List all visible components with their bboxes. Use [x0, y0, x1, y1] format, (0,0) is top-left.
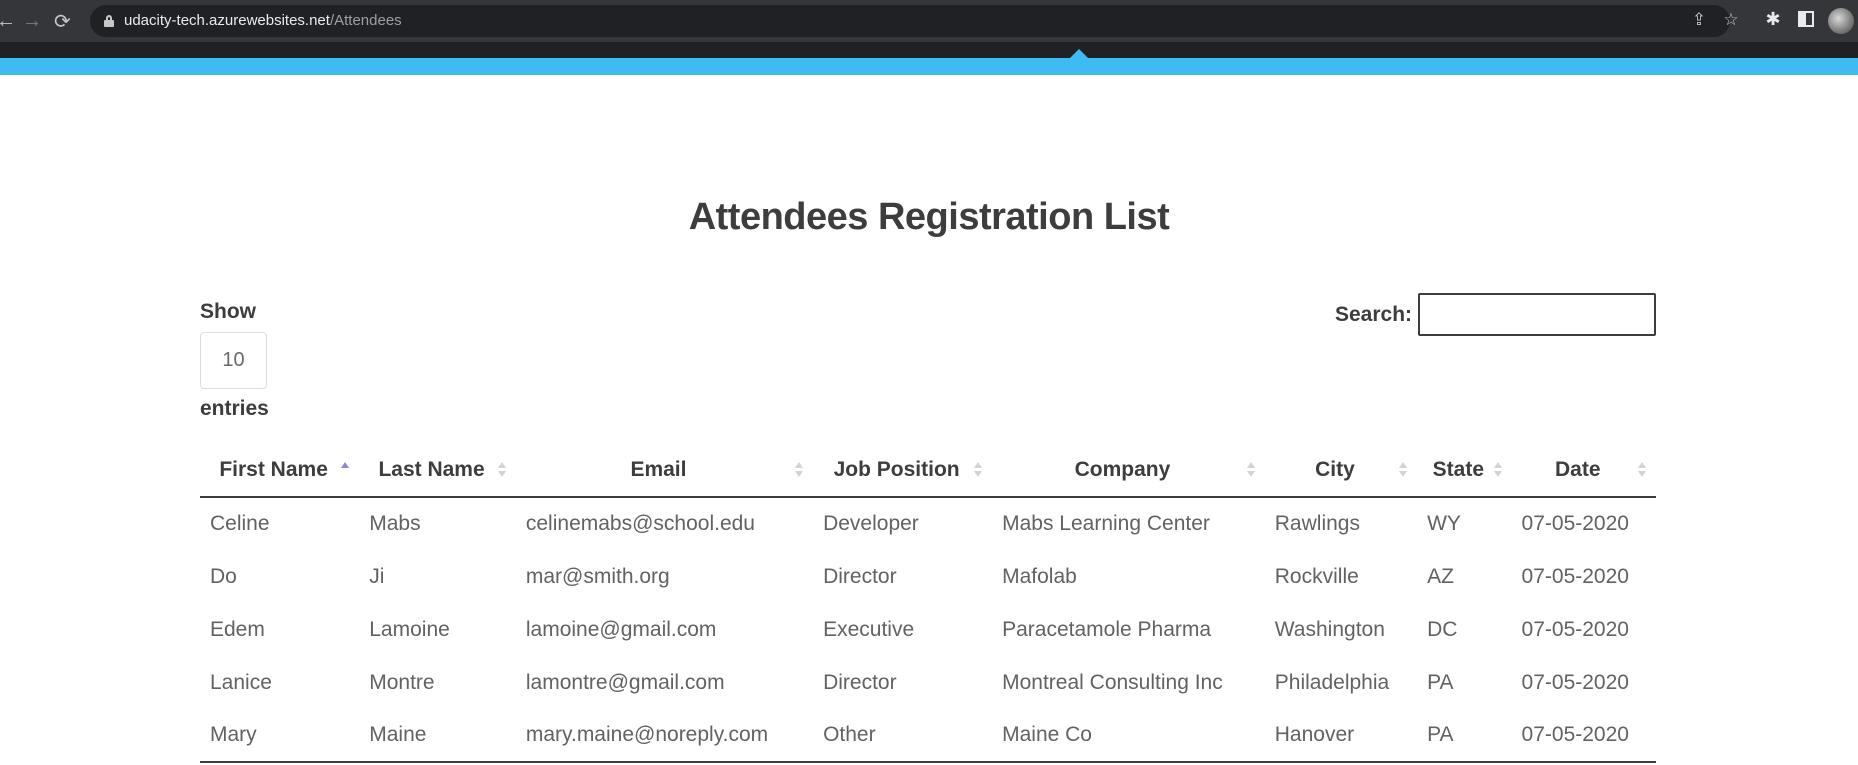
cell-job-position: Director — [823, 564, 897, 588]
cell-last-name: Montre — [369, 670, 435, 694]
table-row: Celine Mabs celinemabs@school.edu Develo… — [200, 497, 1656, 550]
cell-city: Philadelphia — [1274, 670, 1390, 694]
cell-first-name: Do — [210, 564, 237, 588]
cell-email: lamontre@gmail.com — [525, 670, 725, 694]
table-row: Mary Maine mary.maine@noreply.com Other … — [200, 709, 1656, 763]
column-header-last-name[interactable]: Last Name — [359, 443, 516, 498]
column-header-label: Email — [630, 457, 687, 481]
cell-company: Mafolab — [1002, 564, 1077, 588]
cell-state: DC — [1427, 617, 1458, 641]
reload-icon[interactable]: ⟳ — [54, 0, 76, 42]
entries-length-select[interactable]: 10 — [200, 332, 267, 389]
cell-last-name: Lamoine — [369, 617, 450, 641]
site-accent-bar — [0, 58, 1858, 75]
column-header-label: Job Position — [833, 457, 960, 481]
url-host: udacity-tech.azurewebsites.net — [124, 12, 330, 29]
cell-state: PA — [1417, 709, 1512, 763]
search-input[interactable] — [1418, 293, 1656, 336]
sort-indicator-icon — [795, 462, 804, 478]
cell-first-name: Lanice — [210, 670, 272, 694]
cell-job-position: Director — [823, 670, 897, 694]
cell-last-name: Mabs — [369, 512, 421, 535]
column-header-label: State — [1432, 457, 1484, 481]
cell-date: 07-05-2020 — [1521, 670, 1629, 694]
profile-avatar[interactable] — [1828, 8, 1854, 34]
cell-state: WY — [1427, 512, 1461, 535]
cell-city: Washington — [1274, 617, 1385, 641]
column-header-company[interactable]: Company — [992, 443, 1265, 498]
cell-city: Rockville — [1274, 564, 1359, 588]
cell-state: AZ — [1427, 564, 1454, 588]
sort-indicator-icon — [341, 462, 350, 478]
table-header-row: First Name Last Name Email Job Position … — [200, 443, 1656, 498]
extensions-puzzle-icon[interactable]: ✱ — [1762, 9, 1784, 30]
sort-indicator-icon — [1493, 462, 1502, 478]
column-header-label: City — [1315, 457, 1355, 481]
entries-label: entries — [200, 397, 269, 420]
column-header-label: Date — [1555, 457, 1601, 481]
column-header-date[interactable]: Date — [1511, 443, 1656, 498]
url-text[interactable]: udacity-tech.azurewebsites.net/Attendees — [124, 12, 402, 29]
forward-arrow-icon[interactable]: → — [22, 0, 42, 42]
cell-date: 07-05-2020 — [1521, 564, 1629, 588]
column-header-label: First Name — [219, 457, 328, 481]
cell-email: mary.maine@noreply.com — [515, 709, 814, 763]
search-label: Search: — [1335, 303, 1413, 326]
cell-email: lamoine@gmail.com — [525, 617, 717, 641]
table-row: Do Ji mar@smith.org Director Mafolab Roc… — [200, 550, 1656, 603]
cell-state: PA — [1427, 670, 1454, 694]
cell-city: Rawlings — [1274, 512, 1360, 535]
cell-last-name: Ji — [369, 564, 385, 588]
side-panel-icon[interactable] — [1798, 11, 1814, 27]
lock-icon[interactable] — [104, 15, 114, 27]
show-label: Show — [200, 300, 256, 323]
column-header-first-name[interactable]: First Name — [200, 443, 360, 498]
sort-indicator-icon — [974, 462, 983, 478]
share-icon[interactable]: ⇪ — [1688, 10, 1710, 30]
url-path: /Attendees — [329, 12, 402, 29]
table-row: Lanice Montre lamontre@gmail.com Directo… — [200, 656, 1656, 709]
cell-email: celinemabs@school.edu — [525, 512, 755, 535]
attendees-table: First Name Last Name Email Job Position … — [200, 443, 1656, 763]
site-header-strip — [0, 42, 1858, 58]
cell-last-name: Maine — [359, 709, 516, 763]
column-header-label: Last Name — [378, 457, 485, 481]
column-header-state[interactable]: State — [1417, 443, 1512, 498]
cell-company: Paracetamole Pharma — [1002, 617, 1212, 641]
cell-job-position: Developer — [823, 512, 919, 535]
sort-indicator-icon — [497, 462, 506, 478]
cell-first-name: Mary — [200, 709, 360, 763]
cell-job-position: Executive — [823, 617, 915, 641]
address-bar[interactable]: udacity-tech.azurewebsites.net/Attendees… — [90, 5, 1739, 37]
cell-date: 07-05-2020 — [1521, 617, 1629, 641]
cell-company: Maine Co — [992, 709, 1265, 763]
sort-indicator-icon — [1638, 462, 1646, 478]
cell-company: Montreal Consulting Inc — [1002, 670, 1223, 694]
back-arrow-icon[interactable]: ← — [0, 0, 16, 42]
bookmark-star-icon[interactable]: ☆ — [1720, 10, 1742, 30]
column-header-job-position[interactable]: Job Position — [813, 443, 993, 498]
page-title: Attendees Registration List — [688, 196, 1170, 238]
sort-indicator-icon — [1399, 462, 1408, 478]
column-header-city[interactable]: City — [1264, 443, 1418, 498]
browser-toolbar: ← → ⟳ udacity-tech.azurewebsites.net/Att… — [0, 0, 1858, 42]
cell-date: 07-05-2020 — [1511, 709, 1656, 763]
cell-date: 07-05-2020 — [1521, 512, 1629, 535]
sort-indicator-icon — [1246, 462, 1255, 478]
cell-company: Mabs Learning Center — [1002, 512, 1210, 535]
table-row: Edem Lamoine lamoine@gmail.com Executive… — [200, 603, 1656, 656]
column-header-label: Company — [1074, 457, 1171, 481]
cell-job-position: Other — [813, 709, 993, 763]
column-header-email[interactable]: Email — [515, 443, 814, 498]
cell-city: Hanover — [1264, 709, 1418, 763]
cell-email: mar@smith.org — [525, 564, 670, 588]
cell-first-name: Celine — [210, 512, 270, 535]
cell-first-name: Edem — [210, 617, 265, 641]
